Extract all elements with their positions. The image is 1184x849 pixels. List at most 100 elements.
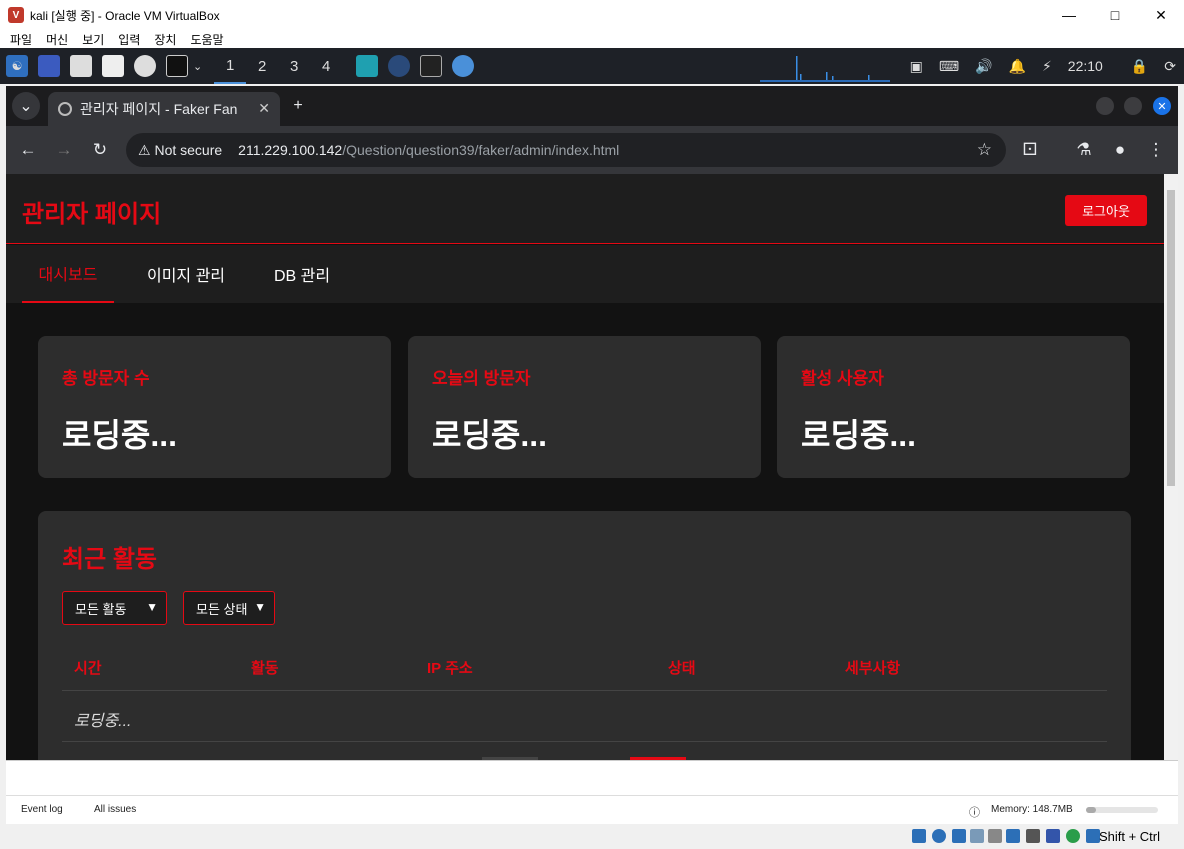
menu-machine[interactable]: 머신	[46, 31, 68, 48]
usb-icon[interactable]	[970, 829, 984, 843]
optical-icon[interactable]	[932, 829, 946, 843]
logout-icon[interactable]: ⟳	[1164, 58, 1176, 75]
forward-icon[interactable]: →	[52, 138, 76, 162]
admin-nav: 대시보드 이미지 관리 DB 관리	[6, 245, 1164, 303]
info-icon: ⓘ	[969, 807, 980, 819]
column-details: 세부사항	[845, 660, 901, 677]
menu-help[interactable]: 도움말	[190, 31, 223, 48]
tab-image-management[interactable]: 이미지 관리	[134, 245, 238, 303]
address-bar[interactable]: ⚠ Not secure 211.229.100.142/Question/qu…	[126, 133, 1006, 167]
column-activity: 활동	[251, 660, 279, 677]
stat-label: 총 방문자 수	[62, 369, 150, 388]
power-icon[interactable]: ⚡	[1042, 58, 1052, 75]
column-time: 시간	[74, 660, 102, 677]
url-host: 211.229.100.142	[238, 142, 343, 158]
browser-icon[interactable]	[134, 55, 156, 77]
activity-title: 최근 활동	[62, 546, 157, 573]
all-issues-link[interactable]: All issues	[94, 804, 136, 815]
cpu-graph	[760, 56, 890, 82]
column-ip: IP 주소	[427, 660, 473, 677]
new-tab-icon[interactable]: +	[284, 92, 312, 120]
tab-title: 관리자 페이지 - Faker Fan	[80, 101, 238, 117]
recent-activity-panel: 최근 활동 모든 활동 ▼ 모든 상태 ▼ 시간 활동 IP 주소 상태 세부사…	[38, 511, 1131, 760]
host-key-icon[interactable]	[1086, 829, 1100, 843]
table-divider	[62, 690, 1107, 691]
file-manager-icon[interactable]	[70, 55, 92, 77]
labs-icon[interactable]: ⚗	[1072, 138, 1096, 162]
chrome-window-icon[interactable]	[388, 55, 411, 77]
desktop-icon[interactable]	[38, 55, 60, 77]
omnibox-bar: ← → ↻ ⚠ Not secure 211.229.100.142/Quest…	[6, 126, 1178, 174]
vbox-title-bar: V kali [실행 중] - Oracle VM VirtualBox — □…	[0, 0, 1184, 30]
scroll-thumb[interactable]	[1167, 190, 1175, 486]
display-icon[interactable]	[1006, 829, 1020, 843]
menu-file[interactable]: 파일	[10, 31, 32, 48]
volume-icon[interactable]: 🔊	[975, 58, 992, 75]
status-filter-select[interactable]: 모든 상태 ▼	[183, 591, 275, 625]
stat-label: 활성 사용자	[801, 369, 884, 388]
vbox-menu-bar: 파일 머신 보기 입력 장치 도움말	[0, 30, 1184, 48]
chevron-down-icon: ▼	[146, 600, 158, 614]
mouse-integration-icon[interactable]	[1066, 829, 1080, 843]
stat-label: 오늘의 방문자	[432, 369, 531, 388]
clock: 22:10	[1067, 58, 1103, 74]
tab-close-icon[interactable]: ✕	[258, 100, 270, 117]
column-status: 상태	[668, 660, 696, 677]
notification-icon[interactable]: 🔔	[1009, 58, 1026, 75]
terminal-icon[interactable]	[166, 55, 188, 77]
stat-card-total-visitors: 총 방문자 수 로딩중...	[38, 336, 391, 478]
chevron-down-icon[interactable]: ⌄	[193, 60, 202, 73]
browser-window-icon[interactable]	[452, 55, 475, 77]
workspace-2[interactable]: 2	[246, 48, 278, 84]
menu-kebab-icon[interactable]: ⋮	[1144, 138, 1168, 162]
workspace-3[interactable]: 3	[278, 48, 310, 84]
tab-dashboard[interactable]: 대시보드	[22, 245, 114, 303]
workspace-1[interactable]: 1	[214, 48, 247, 84]
window-minimize-button[interactable]	[1096, 97, 1114, 115]
globe-icon	[58, 102, 72, 116]
stat-card-active-users: 활성 사용자 로딩중...	[777, 336, 1130, 478]
recording-icon[interactable]	[1026, 829, 1040, 843]
back-icon[interactable]: ←	[16, 138, 40, 162]
admin-page: 관리자 페이지 로그아웃 대시보드 이미지 관리 DB 관리 총 방문자 수 로…	[6, 174, 1164, 760]
page-header: 관리자 페이지 로그아웃	[6, 174, 1164, 244]
network-icon[interactable]: ▣	[910, 58, 923, 75]
terminal-window-icon[interactable]	[420, 55, 443, 77]
kali-menu-icon[interactable]: ☯	[6, 55, 28, 77]
extensions-icon[interactable]: ⚀	[1018, 138, 1042, 162]
close-button[interactable]: ✕	[1138, 0, 1184, 30]
minimize-button[interactable]: —	[1046, 0, 1092, 30]
workspace-4[interactable]: 4	[310, 48, 342, 84]
hdd-icon[interactable]	[912, 829, 926, 843]
tab-db-management[interactable]: DB 관리	[262, 245, 342, 303]
stat-card-today-visitors: 오늘의 방문자 로딩중...	[408, 336, 761, 478]
page-scrollbar[interactable]	[1164, 174, 1178, 760]
activity-filter-select[interactable]: 모든 활동 ▼	[62, 591, 167, 625]
menu-view[interactable]: 보기	[82, 31, 104, 48]
network-status-icon[interactable]	[952, 829, 966, 843]
keyboard-icon[interactable]: ⌨	[939, 58, 959, 75]
shared-folder-icon[interactable]	[988, 829, 1002, 843]
system-tray: ▣ ⌨ 🔊 🔔 ⚡ 22:10 🔒 ⟳	[902, 48, 1184, 84]
maximize-button[interactable]: □	[1092, 0, 1138, 30]
logout-button[interactable]: 로그아웃	[1065, 195, 1147, 226]
window-maximize-button[interactable]	[1124, 97, 1142, 115]
menu-devices[interactable]: 장치	[154, 31, 176, 48]
event-log-link[interactable]: Event log	[21, 804, 63, 815]
host-key-label: Shift + Ctrl	[1098, 829, 1160, 844]
security-indicator[interactable]: ⚠ Not secure	[138, 142, 222, 159]
profile-icon[interactable]: ●	[1108, 138, 1132, 162]
menu-input[interactable]: 입력	[118, 31, 140, 48]
cpu-status-icon[interactable]	[1046, 829, 1060, 843]
table-row: 로딩중...	[74, 713, 132, 730]
window-close-button[interactable]: ✕	[1153, 97, 1171, 115]
stat-value: 로딩중...	[62, 417, 177, 453]
burp-icon[interactable]	[356, 55, 379, 77]
bookmark-star-icon[interactable]: ☆	[977, 140, 992, 160]
text-editor-icon[interactable]	[102, 55, 124, 77]
window-title: kali [실행 중] - Oracle VM VirtualBox	[30, 8, 220, 23]
reload-icon[interactable]: ↻	[88, 138, 112, 162]
tab-search-icon[interactable]: ⌄	[12, 92, 40, 120]
lock-icon[interactable]: 🔒	[1131, 58, 1148, 75]
browser-tab[interactable]: 관리자 페이지 - Faker Fan ✕	[48, 92, 280, 126]
